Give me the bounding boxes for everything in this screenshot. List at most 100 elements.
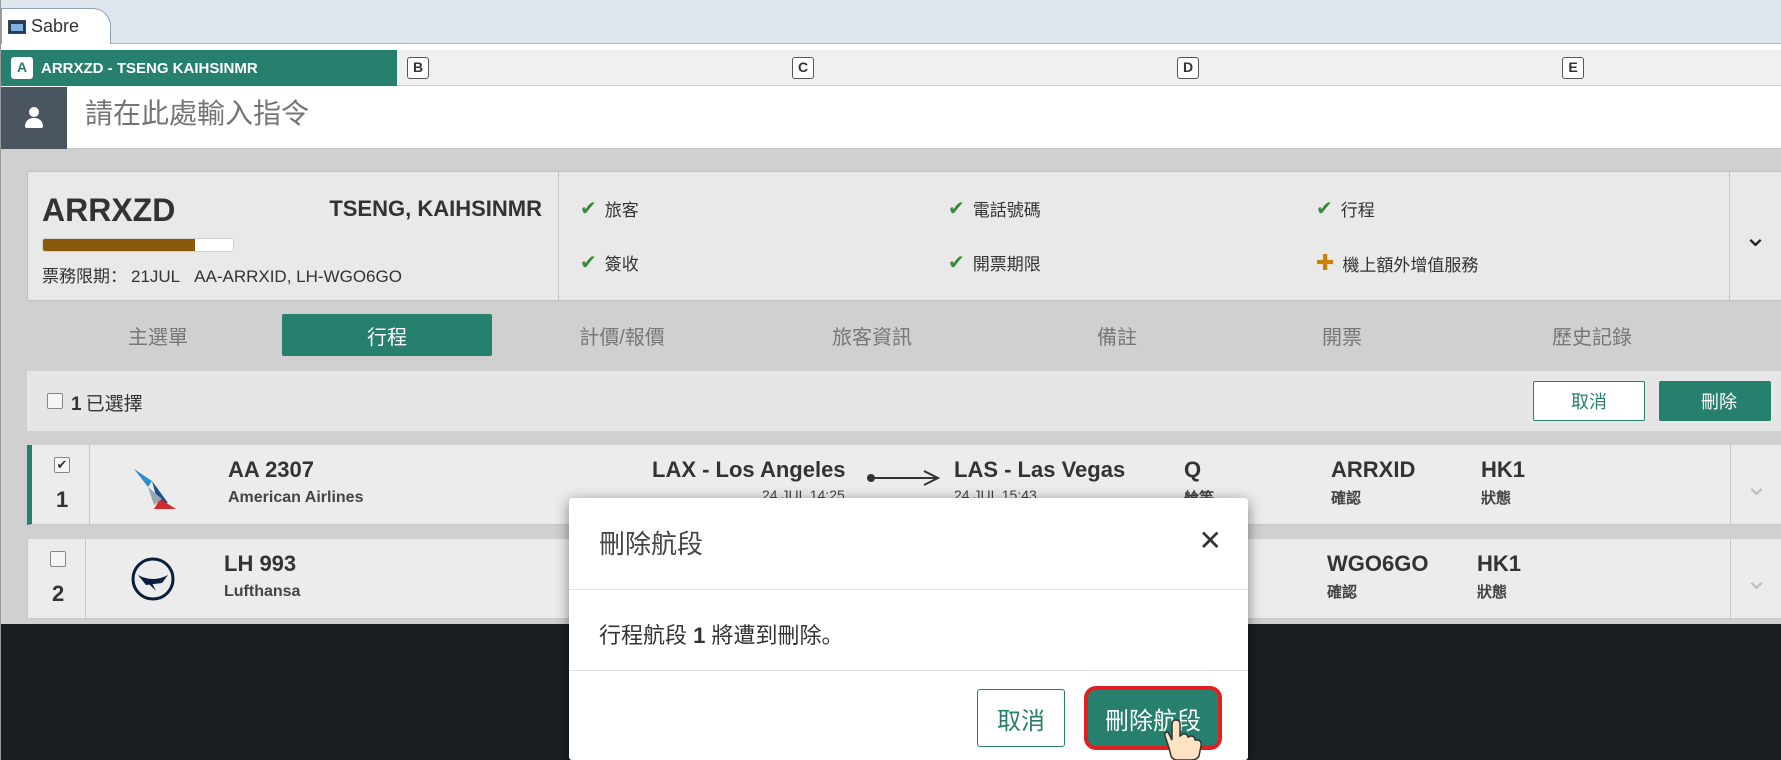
- dialog-header: 刪除航段 ✕: [569, 498, 1248, 590]
- ticket-limit: 票務限期： 21JUL AA-ARRXID, LH-WGO6GO: [42, 262, 416, 287]
- lufthansa-logo-icon: [131, 557, 175, 601]
- check-received-from: ✔ 簽收: [580, 250, 639, 275]
- message-suffix: 將遭到刪除。: [711, 623, 844, 648]
- select-all-checkbox[interactable]: [47, 393, 63, 409]
- cancel-selection-button[interactable]: 取消: [1533, 381, 1645, 421]
- dialog-message: 行程航段 1 將遭到刪除。: [599, 618, 844, 650]
- segment-status: HK1 狀態: [1477, 551, 1521, 602]
- american-airlines-logo-icon: [134, 469, 176, 509]
- checkmark-icon: ✔: [580, 198, 597, 220]
- pnr-header: ARRXZD TSENG, KAIHSINMR 票務限期： 21JUL AA-ARR…: [28, 172, 559, 300]
- checkmark-icon: ✔: [580, 252, 597, 274]
- area-tab-e[interactable]: E: [1552, 50, 1592, 86]
- check-label: 開票期限: [972, 255, 1041, 274]
- message-segment-number: 1: [693, 623, 706, 648]
- passenger-name: TSENG, KAIHSINMR: [329, 196, 542, 221]
- selected-count-label: 1 已選擇: [71, 389, 143, 416]
- app-window-icon: [8, 19, 26, 34]
- command-input[interactable]: [85, 97, 1685, 130]
- check-label: 行程: [1340, 201, 1375, 220]
- selection-toolbar: 1 已選擇 取消 刪除: [27, 371, 1781, 431]
- ticket-limit-value: 21JUL: [131, 267, 181, 286]
- segment-select: 2: [28, 539, 86, 619]
- tab-remarks[interactable]: 備註: [1012, 314, 1222, 356]
- cancel-button[interactable]: 取消: [977, 689, 1065, 747]
- pnr-summary-card: ARRXZD TSENG, KAIHSINMR 票務限期： 21JUL AA-ARR…: [27, 171, 1781, 301]
- record-locator: ARRXID 確認: [1331, 457, 1415, 508]
- pnr-progress-bar: [42, 238, 234, 252]
- checkmark-icon: ✔: [1316, 198, 1333, 220]
- ticket-limit-label: 票務限期：: [42, 267, 127, 286]
- checkmark-icon: ✔: [948, 252, 965, 274]
- status-label: 狀態: [1477, 584, 1508, 601]
- area-tab-letter: B: [407, 57, 429, 79]
- destination: LAS - Las Vegas: [954, 457, 1126, 482]
- class-value: Q: [1184, 457, 1202, 482]
- tab-traveler-info[interactable]: 旅客資訊: [767, 314, 977, 356]
- user-icon[interactable]: [1, 87, 67, 149]
- record-value: WGO6GO: [1327, 551, 1429, 576]
- check-label: 機上額外增值服務: [1342, 255, 1479, 275]
- status-value: HK1: [1481, 457, 1526, 482]
- flight-number: AA 2307: [228, 457, 315, 482]
- app-tab-label: Sabre: [31, 16, 80, 36]
- dialog-footer: 取消 刪除航段: [569, 671, 1248, 760]
- expand-segment-button[interactable]: ⌄: [1730, 445, 1781, 525]
- route-arrow-icon: [867, 470, 941, 486]
- delete-button[interactable]: 刪除: [1659, 381, 1771, 421]
- segment-checkbox[interactable]: [50, 551, 66, 567]
- dialog-title: 刪除航段: [599, 529, 704, 559]
- segment-number: 1: [56, 487, 69, 512]
- flight-number: LH 993: [224, 551, 297, 576]
- delete-segment-dialog: 刪除航段 ✕ 行程航段 1 將遭到刪除。 取消 刪除航段: [569, 498, 1248, 760]
- checkmark-icon: ✔: [948, 198, 965, 220]
- tab-itinerary[interactable]: 行程: [282, 314, 492, 356]
- segment-number: 2: [52, 581, 65, 606]
- window-titlebar: Sabre: [1, 0, 1781, 44]
- record-locator: WGO6GO 確認: [1327, 551, 1428, 602]
- origin: LAX - Los Angeles: [652, 457, 846, 482]
- app-tab[interactable]: Sabre: [1, 8, 111, 44]
- area-tab-letter: D: [1177, 57, 1199, 79]
- check-label: 旅客: [604, 201, 639, 220]
- record-label: 確認: [1331, 490, 1362, 507]
- pnr-code: ARRXZD: [42, 192, 176, 228]
- chevron-down-icon: ⌄: [1744, 469, 1769, 501]
- pnr-nav-tabs: 主選單 行程 計價/報價 旅客資訊 備註 開票 歷史記錄: [27, 314, 1781, 358]
- pnr-progress-fill: [43, 239, 195, 251]
- tab-history[interactable]: 歷史記錄: [1487, 314, 1697, 356]
- selected-label: 已選擇: [85, 394, 143, 415]
- work-area-tabs: A ARRXZD - TSENG KAIHSINMR B C D E: [1, 50, 1781, 86]
- area-tab-letter: C: [792, 57, 814, 79]
- status-label: 狀態: [1481, 490, 1512, 507]
- dialog-body: 行程航段 1 將遭到刪除。: [569, 590, 1248, 671]
- check-label: 簽收: [604, 255, 639, 274]
- tab-main-menu[interactable]: 主選單: [53, 314, 263, 356]
- tab-ticketing[interactable]: 開票: [1237, 314, 1447, 356]
- segment-status: HK1 狀態: [1481, 457, 1525, 508]
- area-tab-c[interactable]: C: [782, 50, 822, 86]
- chevron-down-icon: ⌄: [1744, 563, 1769, 595]
- area-tab-b[interactable]: B: [397, 50, 437, 86]
- hand-cursor-icon: [1164, 719, 1202, 760]
- command-bar: [1, 87, 1781, 149]
- check-passenger: ✔ 旅客: [580, 196, 639, 221]
- close-icon[interactable]: ✕: [1199, 524, 1222, 557]
- segment-checkbox[interactable]: ✔: [54, 457, 70, 473]
- record-value: ARRXID: [1331, 457, 1416, 482]
- area-tab-d[interactable]: D: [1167, 50, 1207, 86]
- record-locators: AA-ARRXID, LH-WGO6GO: [194, 267, 402, 286]
- message-prefix: 行程航段: [599, 623, 688, 648]
- area-tab-a[interactable]: A ARRXZD - TSENG KAIHSINMR: [1, 50, 397, 86]
- check-ancillary-services[interactable]: ✚ 機上額外增值服務: [1316, 250, 1478, 276]
- area-tab-label: ARRXZD - TSENG KAIHSINMR: [41, 59, 258, 77]
- check-ticketing-time-limit: ✔ 開票期限: [948, 250, 1041, 275]
- status-value: HK1: [1477, 551, 1522, 576]
- carrier-name: Lufthansa: [224, 583, 301, 600]
- expand-summary-button[interactable]: ⌄: [1729, 172, 1781, 300]
- record-label: 確認: [1327, 584, 1358, 601]
- check-itinerary: ✔ 行程: [1316, 196, 1375, 221]
- expand-segment-button[interactable]: ⌄: [1730, 539, 1781, 619]
- tab-pricing[interactable]: 計價/報價: [517, 314, 727, 356]
- selected-count: 1: [71, 394, 82, 415]
